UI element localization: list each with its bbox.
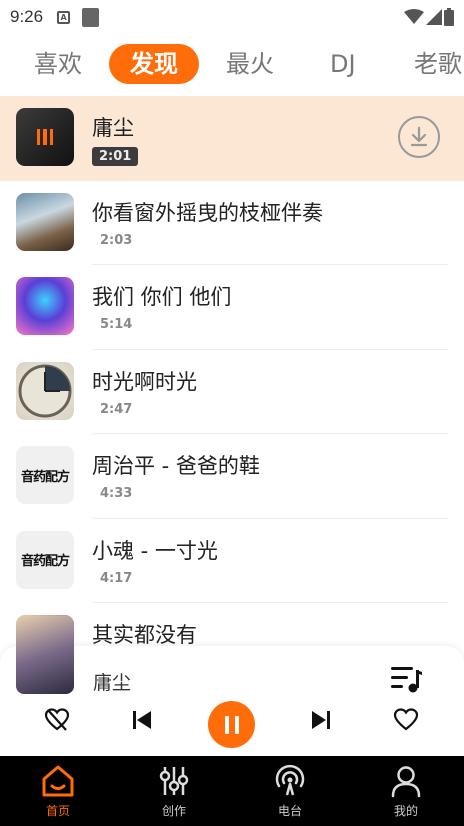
like-heart-icon [393, 708, 419, 731]
download-icon [410, 126, 428, 147]
download-button[interactable] [398, 116, 440, 158]
clock-art [18, 364, 72, 417]
nav-label: 首页 [45, 804, 70, 818]
previous-button[interactable] [126, 704, 158, 736]
song-duration: 4:33 [100, 486, 133, 501]
song-duration: 5:14 [100, 317, 133, 332]
mini-player-cover[interactable] [16, 616, 74, 694]
nav-radio[interactable]: 电台 [232, 756, 348, 826]
song-duration: 2:03 [100, 232, 133, 248]
song-title: 周治平 - 爸爸的鞋 [92, 454, 260, 478]
song-list: 庸尘 2:01 你看窗外摇曳的枝桠伴奏 2:03 我们 你们 他们 5:14 时… [0, 96, 464, 688]
song-cover: 音药配方 [16, 446, 74, 504]
tab-oldies[interactable]: 老歌 [414, 42, 462, 86]
song-row[interactable]: 你看窗外摇曳的枝桠伴奏 2:03 [0, 181, 464, 265]
status-time: 9:26 [10, 7, 44, 26]
song-cover: 音药配方 [16, 530, 74, 589]
cover-logo-text: 音药配方 [20, 469, 70, 485]
song-title: 庸尘 [92, 116, 134, 140]
wifi-icon [404, 9, 424, 24]
radio-icon [275, 764, 305, 796]
song-duration: 2:47 [100, 401, 133, 417]
song-duration: 2:01 [92, 147, 139, 166]
song-cover [16, 192, 74, 251]
song-cover [16, 108, 74, 166]
dislike-button[interactable] [41, 704, 73, 736]
previous-icon [133, 711, 151, 729]
nav-create[interactable]: 创作 [116, 756, 232, 826]
nav-label: 创作 [161, 804, 186, 818]
song-row[interactable]: 音药配方 周治平 - 爸爸的鞋 4:33 [0, 434, 464, 519]
song-row-playing[interactable]: 庸尘 2:01 [0, 96, 464, 181]
like-button[interactable] [390, 704, 422, 736]
song-row[interactable]: 我们 你们 他们 5:14 [0, 265, 464, 350]
playlist-icon [391, 667, 422, 693]
category-tabs: 喜欢 发现 最火 DJ 老歌 [0, 42, 464, 86]
tab-discover[interactable]: 发现 [109, 44, 199, 84]
equalizer-icon [37, 129, 53, 145]
tab-dj[interactable]: DJ [330, 42, 356, 86]
song-duration: 4:17 [100, 570, 133, 586]
battery-icon [444, 8, 454, 26]
song-title: 其实都没有 [92, 623, 197, 647]
nav-home[interactable]: 首页 [0, 756, 116, 826]
song-title: 你看窗外摇曳的枝桠伴奏 [92, 200, 323, 225]
home-icon [42, 765, 74, 797]
user-icon [391, 766, 421, 798]
song-row[interactable]: 音药配方 小魂 - 一寸光 4:17 [0, 519, 464, 603]
bottom-nav: 首页 创作 电台 我的 [0, 756, 464, 826]
song-row[interactable]: 时光啊时光 2:47 [0, 350, 464, 434]
mini-player: 庸尘 [0, 616, 464, 756]
tab-likes[interactable]: 喜欢 [34, 42, 82, 86]
playlist-button[interactable] [389, 664, 423, 694]
signal-icon [426, 9, 442, 25]
status-bar: 9:26 A [0, 0, 464, 34]
song-cover [16, 361, 74, 420]
nav-label: 电台 [277, 804, 302, 818]
song-title: 小魂 - 一寸光 [92, 538, 218, 563]
sliders-icon [159, 767, 189, 795]
pause-button[interactable] [208, 701, 255, 748]
dislike-icon [44, 708, 70, 731]
nav-label: 我的 [393, 804, 418, 818]
pause-icon [224, 715, 239, 734]
app-square-icon [82, 7, 100, 27]
notification-a-icon: A [57, 10, 71, 24]
song-title: 时光啊时光 [92, 369, 197, 394]
tab-hottest[interactable]: 最火 [226, 42, 274, 86]
nav-mine[interactable]: 我的 [348, 756, 464, 826]
cover-logo-text: 音药配方 [20, 554, 70, 569]
next-button[interactable] [305, 704, 337, 736]
next-icon [312, 711, 330, 729]
song-title: 我们 你们 他们 [92, 285, 232, 309]
mini-player-title[interactable]: 庸尘 [93, 668, 131, 695]
song-cover [16, 277, 74, 335]
